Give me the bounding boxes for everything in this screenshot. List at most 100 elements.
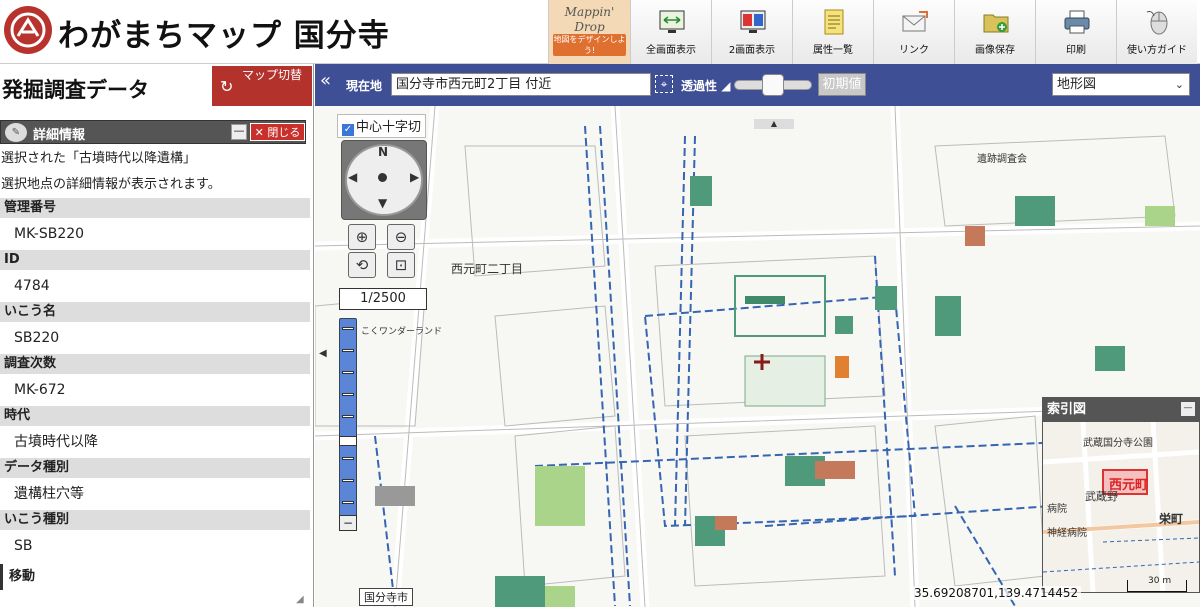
opacity-slider-thumb[interactable] [762,74,784,96]
center-cross-toggle[interactable]: ✓ 中心十字切 [337,114,427,138]
location-label: 現在地 [346,79,383,93]
detail-title: 詳細情報 [33,128,86,143]
mappin-drop-button[interactable]: Mappin' Drop 地図をデザインしよう! [548,0,630,64]
zoom-tick [342,479,354,482]
basemap-select[interactable]: 地形図 ⌄ [1052,73,1190,96]
address-field[interactable]: 国分寺市西元町2丁目 付近 [391,73,651,96]
pan-down-arrow-icon[interactable]: ▼ [378,196,387,210]
detail-fields: 管理番号 MK-SB220 ID 4784 いこう名 SB220 調査次数 MK-672 時代古… [0,198,310,562]
rotate-reset-button[interactable]: ⟲ [348,252,376,278]
index-map-panel[interactable]: 索引図 — 武蔵国分寺公園 西元町 病院 神経病院 武蔵野 栄町 [1042,397,1200,593]
north-indicator: N [378,145,389,159]
locate-icon[interactable]: ⌖ [655,75,673,93]
move-section-label[interactable]: 移動 [0,564,306,590]
index-sakae-label: 栄町 [1159,512,1184,526]
attribute-list-icon [824,9,844,35]
zoom-tick [342,327,354,330]
zoom-tick [342,349,354,352]
mappin-line2: Drop [574,20,605,34]
zoom-area-button[interactable]: ⊡ [387,252,415,278]
field-value: 遺構柱穴等 [14,486,84,502]
pan-left-arrow-icon[interactable]: ◀ [348,170,357,184]
print-icon [1064,10,1090,34]
detail-intro-desc: 選択地点の詳細情報が表示されます。 [1,177,221,192]
checkbox-checked-icon[interactable]: ✓ [342,124,354,136]
fullscreen-icon [659,10,685,33]
toolbar: Mappin' Drop 地図をデザインしよう! 全画面表示 2画面表示 属性一… [548,0,1197,64]
pan-right-arrow-icon[interactable]: ▶ [410,170,419,184]
link-button[interactable]: リンク [873,0,954,64]
field-label: いこう名 [0,302,310,322]
resize-grip-icon[interactable]: ◢ [296,594,304,605]
detail-titlebar: ✎ 詳細情報 — ✕ 閉じる [0,120,306,144]
compass-center-icon[interactable] [378,173,387,182]
field-value: 古墳時代以降 [14,434,98,450]
opacity-label: 透過性 ◢ [681,77,730,94]
detail-intro-selected: 選択された「古墳時代以降遺構」 [1,151,197,166]
fullscreen-label: 全画面表示 [646,45,696,56]
index-minimize-button[interactable]: — [1181,402,1195,416]
field-label: 調査次数 [0,354,310,374]
opacity-arrow-icon: ◢ [721,79,731,93]
fullscreen-button[interactable]: 全画面表示 [630,0,711,64]
zoom-minus-button[interactable]: − [339,515,357,531]
city-tag: 国分寺市 [359,588,413,606]
reset-opacity-button[interactable]: 初期値 [818,73,866,96]
field-value: MK-672 [14,382,66,398]
print-label: 印刷 [1066,45,1086,56]
detail-info-icon: ✎ [5,123,27,142]
zoom-out-button[interactable]: ⊖ [387,224,415,250]
guide-button[interactable]: 使い方ガイド [1116,0,1197,64]
field-value: SB [14,538,33,554]
left-panel: 発掘調査データ ↻ マップ切替 ✎ 詳細情報 — ✕ 閉じる 選択された「古墳時… [0,64,314,607]
field-label: ID [0,250,310,270]
city-emblem-logo [4,6,52,54]
map-view[interactable]: « 現在地 国分寺市西元町2丁目 付近 ⌖ 透過性 ◢ 初期値 地形図 ⌄ 西元… [315,64,1200,607]
zoom-tick [342,371,354,374]
close-button[interactable]: ✕ 閉じる [250,123,305,141]
attribute-list-label: 属性一覧 [813,45,853,56]
field-value: SB220 [14,330,60,346]
index-neuro-hospital-label: 神経病院 [1047,528,1087,539]
zoom-tick [342,393,354,396]
guide-mouse-icon [1146,11,1168,35]
save-image-button[interactable]: 画像保存 [954,0,1035,64]
map-switch-button[interactable]: ↻ マップ切替 [212,66,312,106]
site-title: わがまちマップ 国分寺 [58,18,390,54]
field-label: 時代 [0,406,310,426]
link-mail-icon [902,11,928,32]
zoom-in-button[interactable]: ⊕ [348,224,376,250]
pan-left-button[interactable]: ◀ [319,348,327,359]
minimize-button[interactable]: — [231,124,247,140]
panel-title: 発掘調査データ [2,78,149,102]
index-map-title: 索引図 [1043,398,1199,422]
zoom-tick [342,501,354,504]
field-label: データ種別 [0,458,310,478]
zoom-tick [342,415,354,418]
pan-up-button[interactable]: ▲ [754,119,794,129]
field-value: MK-SB220 [14,226,85,242]
split-view-button[interactable]: 2画面表示 [711,0,792,64]
map-switch-label: マップ切替 [242,68,303,82]
zoom-slider-knob[interactable] [339,436,357,446]
chevron-down-icon: ⌄ [1174,78,1184,91]
split-view-icon [740,10,766,33]
attribute-list-button[interactable]: 属性一覧 [792,0,873,64]
index-hospital-label: 病院 [1047,504,1067,515]
survey-office-label: 遺跡調査会 [977,154,1027,165]
index-park-label: 武蔵国分寺公園 [1083,438,1153,449]
scale-display: 1/2500 [339,288,427,310]
coordinate-readout: 35.69208701,139.4714452 [911,586,1082,600]
detail-content[interactable]: 選択された「古墳時代以降遺構」 選択地点の詳細情報が表示されます。 管理番号 MK… [0,146,310,586]
basemap-value: 地形図 [1057,77,1097,92]
save-image-icon [983,14,1009,33]
index-musashino-label: 武蔵野 [1085,490,1118,503]
navigation-pad[interactable]: N ◀ ▶ ▼ [341,140,427,220]
split-view-label: 2画面表示 [728,45,776,56]
town-label: 西元町二丁目 [451,262,524,276]
map-toolbar: « 現在地 国分寺市西元町2丁目 付近 ⌖ 透過性 ◢ 初期値 地形図 ⌄ [315,64,1200,106]
zoom-slider[interactable] [339,318,357,530]
app-header: わがまちマップ 国分寺 Mappin' Drop 地図をデザインしよう! 全画面… [0,0,1200,64]
collapse-panel-button[interactable]: « [320,70,331,91]
print-button[interactable]: 印刷 [1035,0,1116,64]
